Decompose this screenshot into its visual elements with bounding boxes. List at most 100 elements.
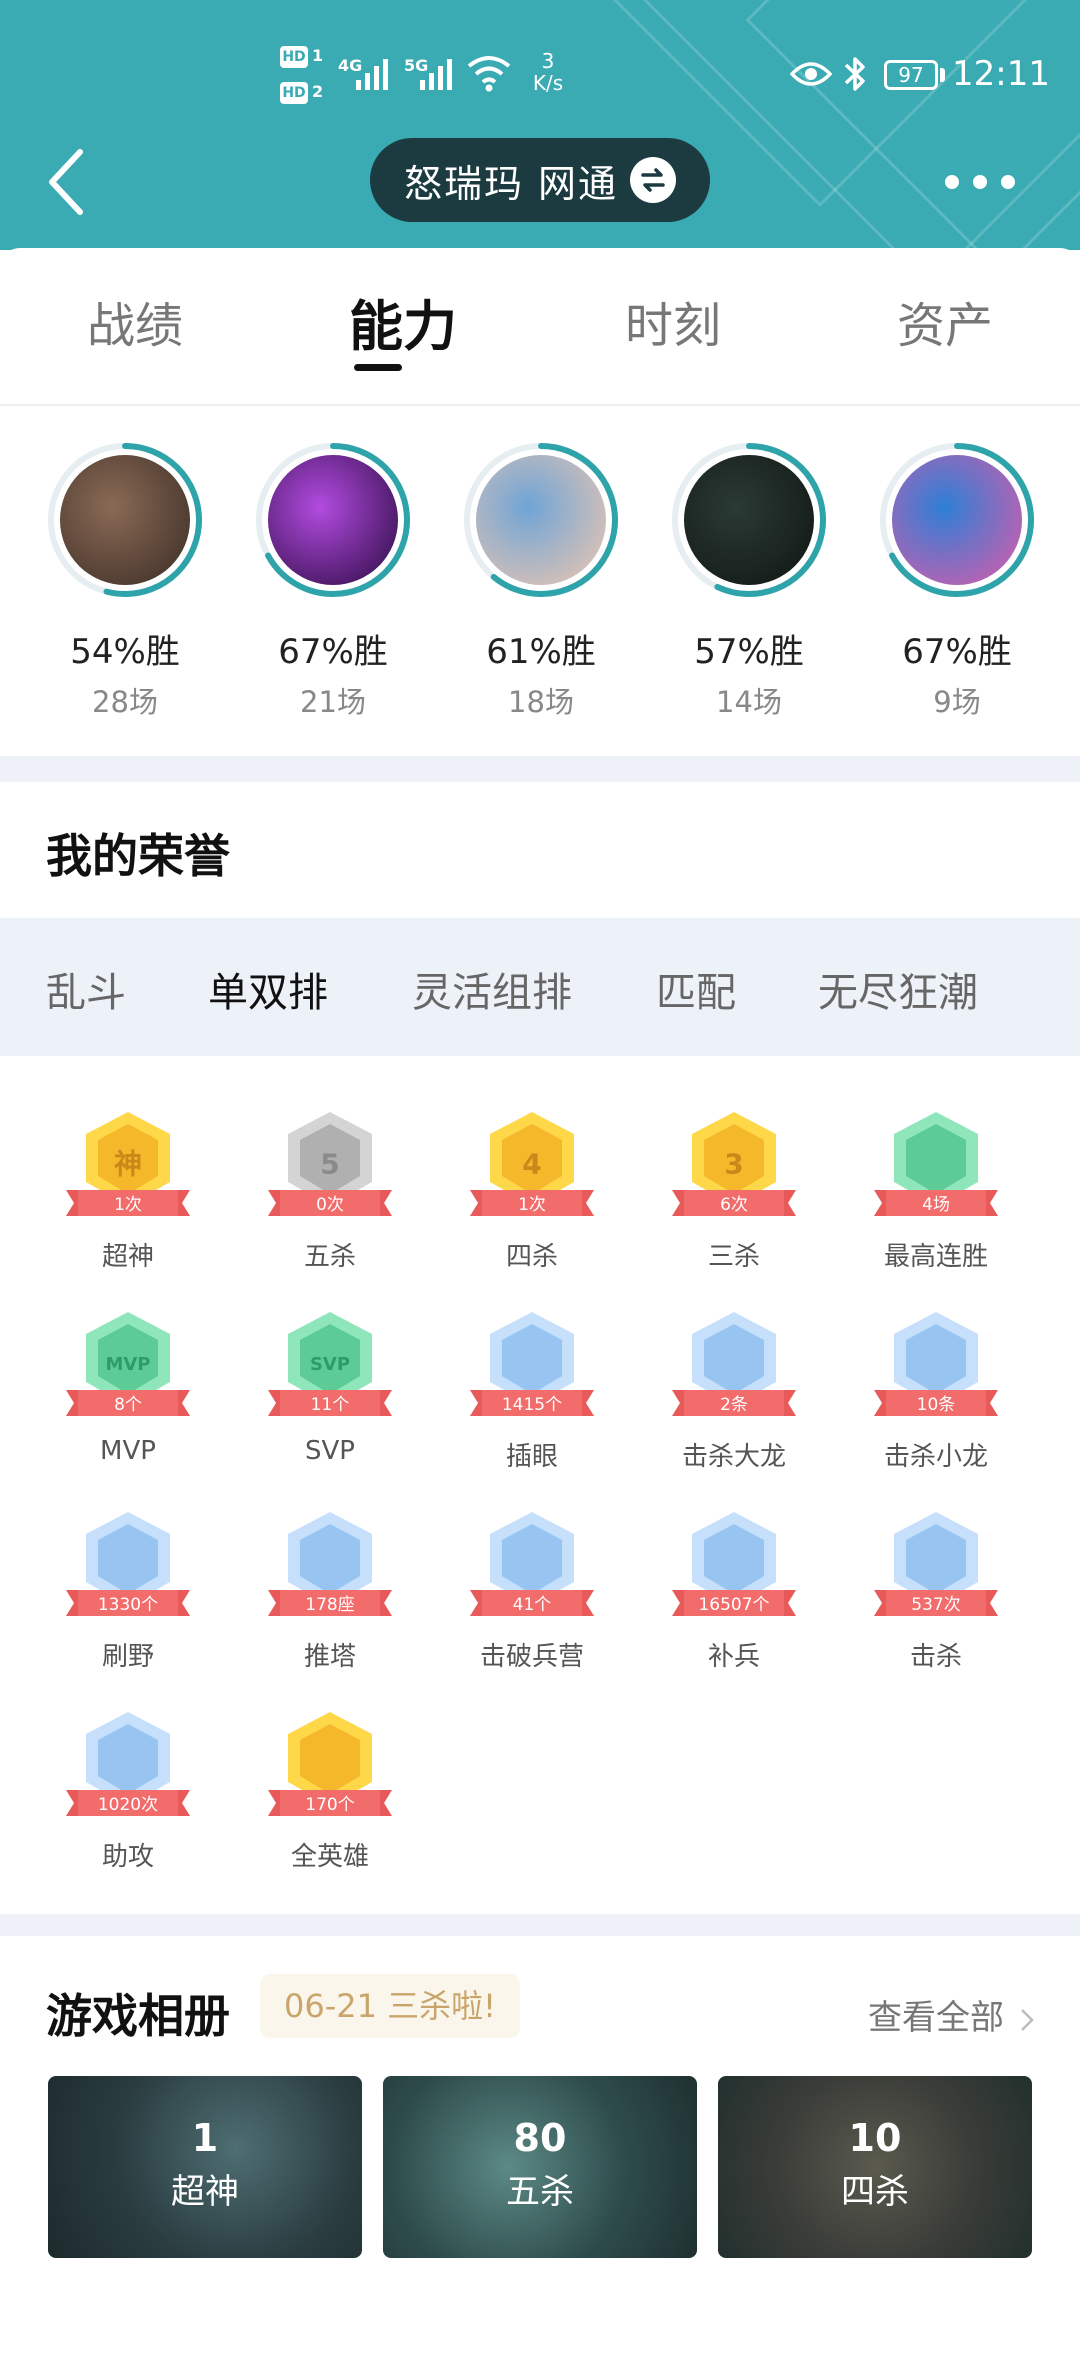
winrate-ring [253, 440, 413, 600]
battery-level: 97 [898, 63, 924, 87]
badge-count: 10条 [916, 1395, 956, 1415]
badge-count: 41个 [512, 1595, 552, 1615]
clock: 12:11 [952, 54, 1050, 94]
svg-text:4: 4 [522, 1147, 541, 1180]
honor-badge[interactable]: 16507个 补兵 [654, 1508, 814, 1688]
honor-badge[interactable]: 1330个 刷野 [48, 1508, 208, 1688]
account-switcher[interactable]: 怒瑞玛 网通 [370, 138, 710, 222]
badge-label: 击破兵营 [479, 1642, 584, 1672]
honor-badge[interactable]: 5 0次 五杀 [250, 1108, 410, 1288]
eye-icon [790, 62, 832, 86]
dot-icon [1001, 175, 1015, 189]
badge-count: 8个 [114, 1395, 142, 1415]
page-title: 怒瑞玛 网通 [403, 161, 619, 206]
honor-badge[interactable]: 3 6次 三杀 [654, 1108, 814, 1288]
tab-assets[interactable]: 资产 [845, 286, 1045, 356]
svg-text:5: 5 [320, 1147, 339, 1180]
badge-count: 1415个 [501, 1395, 563, 1415]
hero-portrait [684, 455, 814, 585]
album-tip: 06-21 三杀啦! [260, 1974, 520, 2038]
album-card-label: 超神 [171, 2172, 239, 2212]
tab-record[interactable]: 战绩 [35, 286, 235, 356]
badge-label: 击杀 [909, 1642, 962, 1672]
hero-card[interactable]: 67%胜 21场 [248, 440, 418, 721]
album-card-count: 10 [848, 2116, 902, 2160]
hero-portrait [476, 455, 606, 585]
hero-winrate: 67%胜 [278, 632, 388, 672]
hero-games: 21场 [300, 685, 366, 719]
album-title: 游戏相册 [46, 1989, 230, 2043]
album-card[interactable]: 80 五杀 [383, 2076, 697, 2258]
net-speed: 3 K/s [520, 50, 576, 94]
hero-winrate: 57%胜 [694, 632, 804, 672]
tab-ability[interactable]: 能力 [303, 282, 503, 361]
hero-card[interactable]: 61%胜 18场 [456, 440, 626, 721]
signal-icon [420, 56, 460, 90]
chevron-right-icon [1020, 2008, 1034, 2031]
mode-solo-duo[interactable]: 单双排 [208, 960, 328, 1018]
badge-count: 11个 [310, 1395, 350, 1415]
bluetooth-icon [844, 57, 865, 91]
battery-icon: 97 [884, 60, 938, 90]
badge-count: 1020次 [97, 1795, 159, 1815]
honor-badge[interactable]: 1020次助攻 [48, 1708, 208, 1888]
honor-badge[interactable]: 4 1次 四杀 [452, 1108, 612, 1288]
mode-aram[interactable]: 乱斗 [46, 960, 126, 1018]
badge-label: 全英雄 [290, 1842, 369, 1872]
honor-badge[interactable]: 41个击破兵营 [452, 1508, 612, 1688]
hero-card[interactable]: 67%胜 9场 [872, 440, 1042, 721]
hero-games: 28场 [92, 685, 158, 719]
header-bar: HD 1 HD 2 4G 5G 3 K/s 97 12:11 怒瑞玛 网通 [0, 0, 1080, 250]
badge-label: 五杀 [303, 1242, 356, 1272]
honor-badge[interactable]: 2条 击杀大龙 [654, 1308, 814, 1488]
honor-badge[interactable]: 537次 击杀 [856, 1508, 1016, 1688]
status-bar: HD 1 HD 2 4G 5G 3 K/s 97 12:11 [0, 0, 1080, 110]
badge-count: 1次 [114, 1195, 142, 1215]
tab-active-indicator [354, 364, 402, 371]
album-card[interactable]: 1 超神 [48, 2076, 362, 2258]
album-card-count: 1 [191, 2116, 219, 2160]
badge-label: 四杀 [505, 1242, 558, 1272]
tab-moments[interactable]: 时刻 [573, 286, 773, 356]
hero-winrate: 67%胜 [902, 632, 1012, 672]
honor-badge[interactable]: SVP 11个 SVP [250, 1308, 410, 1488]
honor-badge[interactable]: 4场 最高连胜 [856, 1108, 1016, 1288]
dot-icon [973, 175, 987, 189]
hd1-sub: 1 [312, 46, 324, 65]
dot-icon [945, 175, 959, 189]
winrate-ring [461, 440, 621, 600]
honor-badge[interactable]: 神 1次 超神 [48, 1108, 208, 1288]
hd2-sub: 2 [312, 82, 324, 101]
mode-normal[interactable]: 匹配 [656, 960, 736, 1018]
hero-portrait [60, 455, 190, 585]
hero-card[interactable]: 54%胜 28场 [40, 440, 210, 721]
badge-label: 助攻 [101, 1842, 154, 1872]
back-button[interactable] [40, 142, 100, 222]
net-speed-unit: K/s [532, 71, 564, 95]
badge-label: 最高连胜 [883, 1242, 988, 1272]
badge-label: 超神 [101, 1242, 154, 1272]
hd2-label: HD [280, 82, 308, 104]
more-options-button[interactable] [945, 170, 1015, 194]
honor-badge[interactable]: 178座 推塔 [250, 1508, 410, 1688]
honor-title: 我的荣誉 [46, 829, 230, 883]
hero-winrate: 61%胜 [486, 632, 596, 672]
winrate-ring [877, 440, 1037, 600]
badge-label: SVP [305, 1436, 355, 1466]
honor-badge[interactable]: 10条 击杀小龙 [856, 1308, 1016, 1488]
honor-badge[interactable]: MVP 8个 MVP [48, 1308, 208, 1488]
album-card[interactable]: 10 四杀 [718, 2076, 1032, 2258]
hero-card[interactable]: 57%胜 14场 [664, 440, 834, 721]
mode-flex[interactable]: 灵活组排 [412, 960, 572, 1018]
badge-label: MVP [100, 1436, 156, 1466]
hero-games: 14场 [716, 685, 782, 719]
honor-badge[interactable]: 170个 全英雄 [250, 1708, 410, 1888]
hero-portrait [892, 455, 1022, 585]
honor-badge[interactable]: 1415个 插眼 [452, 1308, 612, 1488]
hd1-label: HD [280, 46, 308, 68]
view-all-link[interactable]: 查看全部 [868, 1990, 1035, 2039]
winrate-ring [669, 440, 829, 600]
hero-winrate: 54%胜 [70, 632, 180, 672]
mode-endless[interactable]: 无尽狂潮 [818, 960, 978, 1018]
swap-icon [630, 157, 677, 203]
